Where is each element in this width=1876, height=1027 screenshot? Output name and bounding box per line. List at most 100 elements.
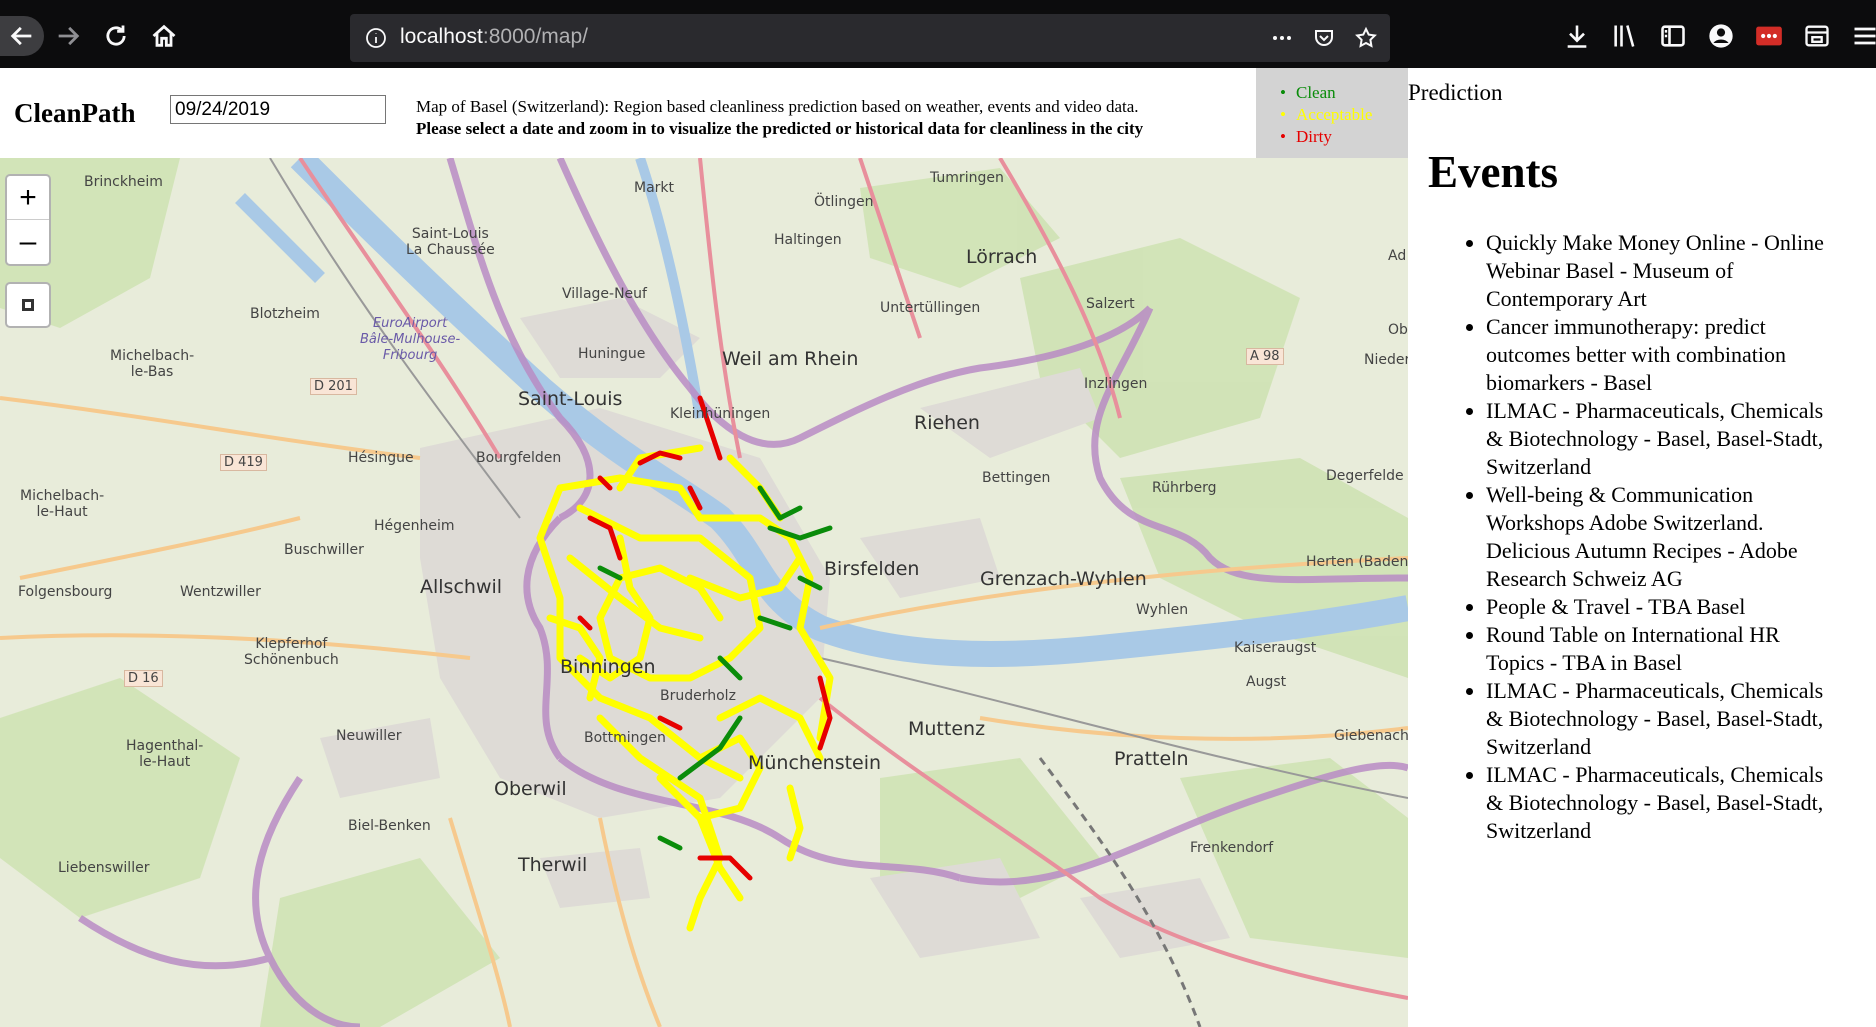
place-label: Therwil <box>518 854 588 876</box>
event-item: ILMAC - Pharmaceuticals, Chemicals & Bio… <box>1486 397 1826 481</box>
place-label: Ob <box>1388 322 1408 338</box>
place-label: Lörrach <box>966 246 1038 268</box>
back-icon[interactable] <box>0 16 44 56</box>
draw-rectangle-button[interactable] <box>5 282 51 328</box>
place-label: Kleinhüningen <box>670 406 771 422</box>
road-shield: D 419 <box>220 454 267 471</box>
legend-clean: Clean <box>1280 82 1408 104</box>
place-label: Riehen <box>914 412 980 434</box>
place-label: Hégenheim <box>374 518 455 534</box>
place-label: Augst <box>1246 674 1287 690</box>
instruction-text: Please select a date and zoom in to visu… <box>416 119 1144 138</box>
menu-icon[interactable] <box>1851 22 1876 50</box>
place-label: Pratteln <box>1114 748 1189 770</box>
url-text: localhost:8000/map/ <box>400 25 588 48</box>
zoom-out-button[interactable]: – <box>7 220 49 264</box>
place-label: Michelbach- le-Haut <box>20 488 105 520</box>
url-bar[interactable]: localhost:8000/map/ <box>350 14 1390 62</box>
place-label: Liebenswiller <box>58 860 150 876</box>
place-label: Kaiseraugst <box>1234 640 1317 656</box>
place-label: Neuwiller <box>336 728 402 744</box>
home-icon[interactable] <box>144 16 184 56</box>
place-label: Michelbach- le-Bas <box>110 348 195 380</box>
place-label: Frenkendorf <box>1190 840 1274 856</box>
event-item: Well-being & Communication Workshops Ado… <box>1486 481 1826 593</box>
cleanliness-legend: Clean Acceptable Dirty <box>1256 68 1408 158</box>
place-label: Blotzheim <box>250 306 320 322</box>
place-label: Binningen <box>560 656 656 678</box>
place-label: Grenzach-Wyhlen <box>980 568 1147 590</box>
extension-icon[interactable] <box>1803 22 1831 50</box>
zoom-control: + – <box>5 174 51 266</box>
events-title: Events <box>1428 147 1559 197</box>
legend-acceptable: Acceptable <box>1280 104 1408 126</box>
map-view[interactable]: Brinckheim Markt Tumringen Ötlingen Halt… <box>0 158 1408 1027</box>
event-item: Round Table on International HR Topics -… <box>1486 621 1826 677</box>
place-label: Giebenach <box>1334 728 1408 744</box>
place-label: Saint-Louis <box>518 388 623 410</box>
description-text: Map of Basel (Switzerland): Region based… <box>416 97 1139 116</box>
forward-icon[interactable] <box>48 16 88 56</box>
place-label: Wentzwiller <box>180 584 261 600</box>
prediction-label: Prediction <box>1408 80 1503 105</box>
download-icon[interactable] <box>1563 22 1591 50</box>
place-label: Buschwiller <box>284 542 364 558</box>
road-shield: A 98 <box>1246 348 1284 365</box>
place-label: Bottmingen <box>584 730 666 746</box>
place-label: Allschwil <box>420 576 503 598</box>
place-label: Birsfelden <box>824 558 920 580</box>
place-label: Hagenthal- le-Haut <box>126 738 204 770</box>
bookmark-star-icon[interactable] <box>1354 26 1378 50</box>
place-label: Ad <box>1388 248 1407 264</box>
pocket-icon[interactable] <box>1312 26 1336 50</box>
place-label: Brinckheim <box>84 174 163 190</box>
place-label: Klepferhof Schönenbuch <box>244 636 339 668</box>
place-label: Markt <box>634 180 675 196</box>
lastpass-icon[interactable] <box>1755 22 1783 50</box>
place-label: Village-Neuf <box>562 286 647 302</box>
place-label: Weil am Rhein <box>722 348 859 370</box>
place-label: Hésingue <box>348 450 414 466</box>
zoom-in-button[interactable]: + <box>7 176 49 220</box>
page-content: CleanPath Map of Basel (Switzerland): Re… <box>0 68 1876 1027</box>
place-label: Untertüllingen <box>880 300 981 316</box>
place-label: Münchenstein <box>748 752 882 774</box>
road-shield: D 16 <box>124 670 163 687</box>
reload-icon[interactable] <box>96 16 136 56</box>
sidebar-icon[interactable] <box>1659 22 1687 50</box>
place-label: Muttenz <box>908 718 986 740</box>
place-label: Haltingen <box>774 232 842 248</box>
browser-toolbar: localhost:8000/map/ <box>0 0 1876 68</box>
events-list: Quickly Make Money Online - Online Webin… <box>1486 229 1826 845</box>
place-label: Ötlingen <box>814 194 874 210</box>
map-description: Map of Basel (Switzerland): Region based… <box>416 96 1246 140</box>
event-item: Cancer immunotherapy: predict outcomes b… <box>1486 313 1826 397</box>
place-label: Biel-Benken <box>348 818 431 834</box>
place-label: Salzert <box>1086 296 1135 312</box>
place-label: Degerfelde <box>1326 468 1404 484</box>
place-label: Bettingen <box>982 470 1051 486</box>
place-label: Herten (Baden) <box>1306 554 1408 570</box>
place-label: Rührberg <box>1152 480 1217 496</box>
library-icon[interactable] <box>1611 22 1639 50</box>
road-shield: D 201 <box>310 378 357 395</box>
place-label: Nieder <box>1364 352 1408 368</box>
legend-dirty: Dirty <box>1280 126 1408 148</box>
event-item: ILMAC - Pharmaceuticals, Chemicals & Bio… <box>1486 677 1826 761</box>
event-item: People & Travel - TBA Basel <box>1486 593 1826 621</box>
place-label: Bourgfelden <box>476 450 562 466</box>
account-icon[interactable] <box>1707 22 1735 50</box>
event-item: Quickly Make Money Online - Online Webin… <box>1486 229 1826 313</box>
place-label: Tumringen <box>930 170 1004 186</box>
more-icon[interactable] <box>1270 26 1294 50</box>
airport-label: EuroAirport Bâle-Mulhouse- Fribourg <box>360 316 461 363</box>
place-label: Bruderholz <box>660 688 736 704</box>
info-icon[interactable] <box>364 26 388 50</box>
square-icon <box>22 299 34 311</box>
place-label: Folgensbourg <box>18 584 113 600</box>
place-label: Huningue <box>578 346 646 362</box>
date-input[interactable] <box>170 95 386 124</box>
place-label: Wyhlen <box>1136 602 1189 618</box>
place-label: Inzlingen <box>1084 376 1148 392</box>
event-item: ILMAC - Pharmaceuticals, Chemicals & Bio… <box>1486 761 1826 845</box>
